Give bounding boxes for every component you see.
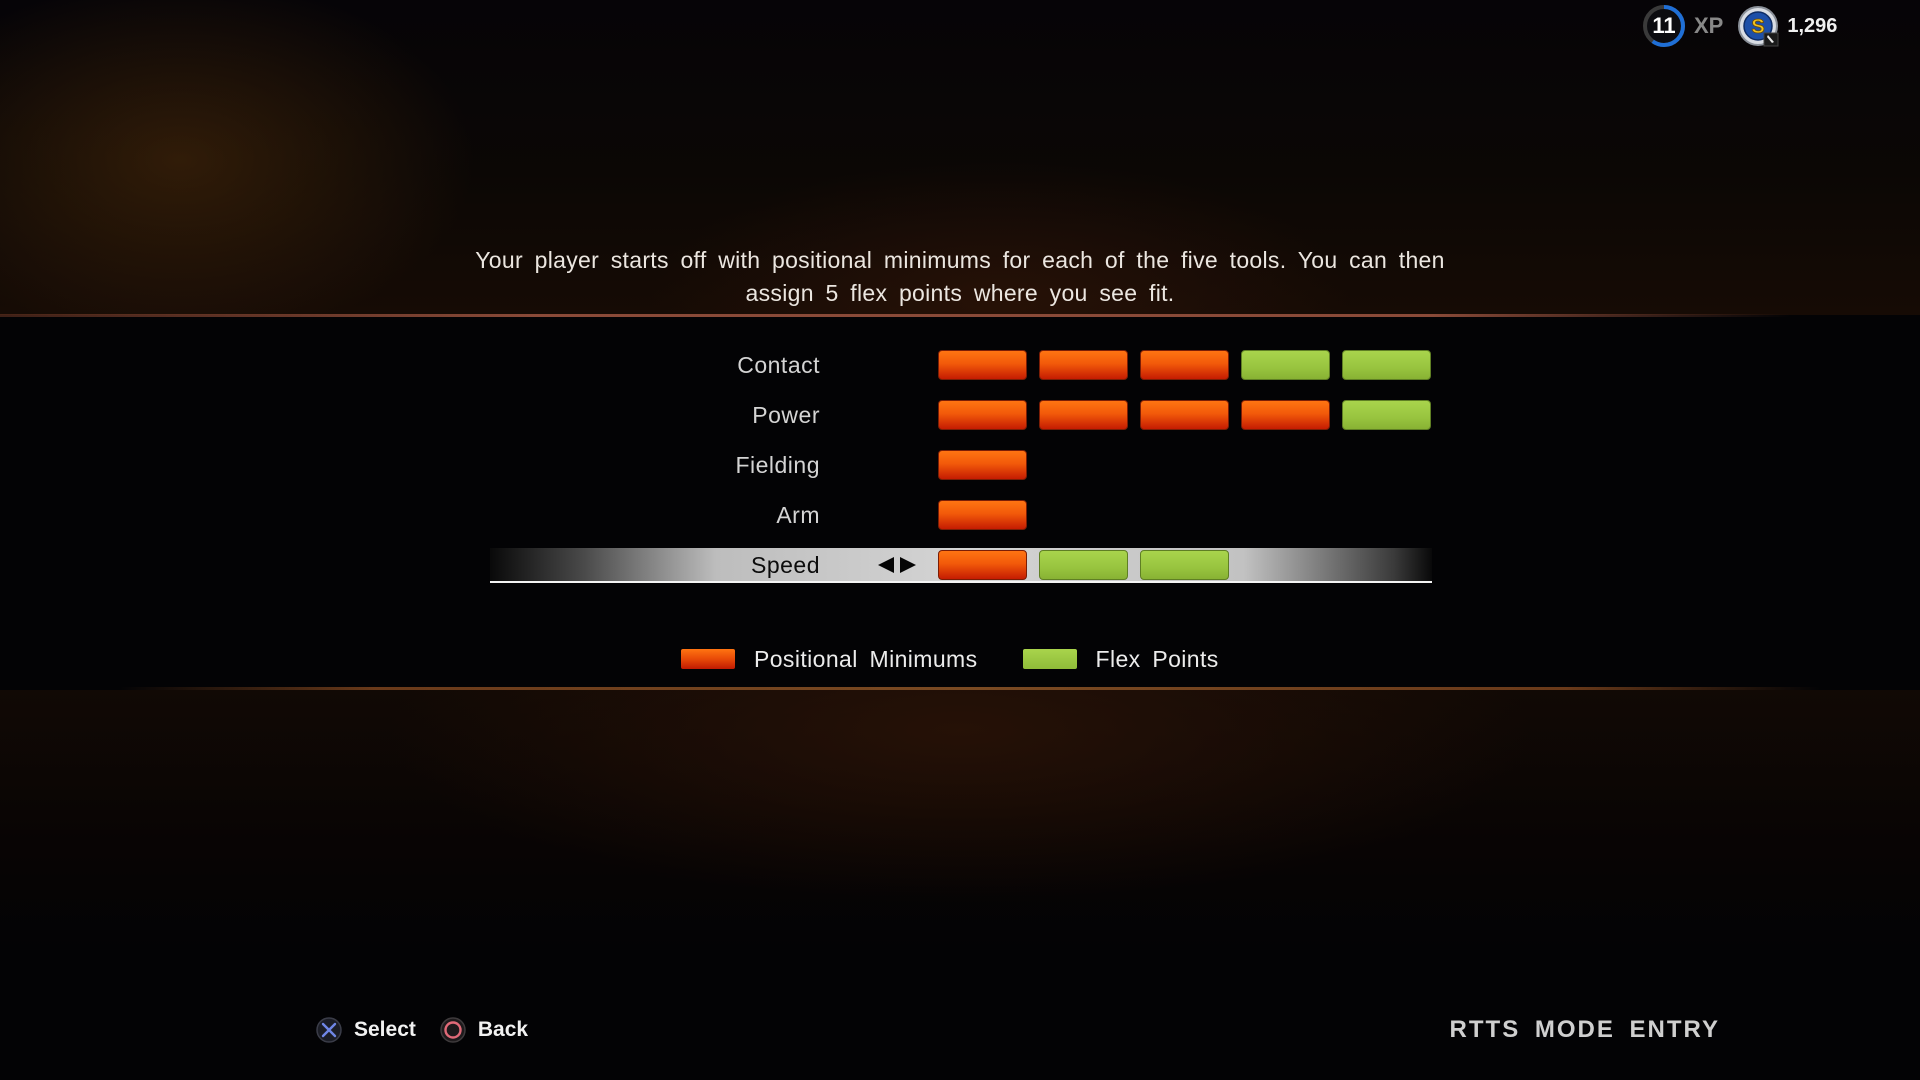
- flex-point-bar: [1241, 350, 1330, 380]
- xp-level: 11: [1652, 13, 1676, 38]
- flex-point-bar: [1140, 550, 1229, 580]
- mode-title: RTTS MODE ENTRY: [1449, 1016, 1720, 1043]
- footer-background: [0, 690, 1920, 950]
- positional-minimum-bar: [1241, 400, 1330, 430]
- stat-row-arm[interactable]: Arm: [490, 498, 1432, 532]
- stat-row-contact[interactable]: Contact: [490, 348, 1432, 382]
- xp-label: XP: [1694, 13, 1724, 38]
- legend-divider: [120, 687, 1820, 690]
- header-divider: [0, 314, 1790, 317]
- currency-amount: 1,296: [1787, 14, 1838, 37]
- stat-row-speed[interactable]: Speed: [490, 548, 1432, 583]
- stat-label: Contact: [737, 352, 820, 378]
- flex-point-bar: [1342, 350, 1431, 380]
- positional-minimum-bar: [1039, 400, 1128, 430]
- currency-hud: 11 XP S 1,296: [1642, 4, 1837, 48]
- stat-row-fielding[interactable]: Fielding: [490, 448, 1432, 482]
- flex-point-bar: [1039, 550, 1128, 580]
- circle-button-icon[interactable]: [440, 1017, 466, 1043]
- legend: Positional Minimums Flex Points: [681, 644, 1219, 674]
- positional-minimum-bar: [1039, 350, 1128, 380]
- positional-minimum-bar: [938, 400, 1027, 430]
- legend-swatch-positional-minimums: [681, 649, 735, 669]
- cross-button-icon[interactable]: [316, 1017, 342, 1043]
- stubs-coin-icon: S: [1737, 5, 1779, 47]
- stat-row-power[interactable]: Power: [490, 398, 1432, 432]
- legend-label-positional-minimums: Positional Minimums: [754, 645, 978, 672]
- legend-swatch-flex-points: [1022, 649, 1077, 669]
- stat-label: Power: [752, 402, 820, 428]
- positional-minimum-bar: [938, 350, 1027, 380]
- instructions-text: Your player starts off with positional m…: [475, 247, 1445, 306]
- select-button[interactable]: Select: [354, 1018, 416, 1042]
- positional-minimum-bar: [1140, 350, 1229, 380]
- positional-minimum-bar: [938, 500, 1027, 530]
- legend-label-flex-points: Flex Points: [1095, 645, 1219, 672]
- svg-text:S: S: [1752, 16, 1765, 38]
- left-right-arrows-icon[interactable]: [877, 556, 917, 574]
- positional-minimum-bar: [938, 450, 1027, 480]
- flex-point-bar: [1342, 400, 1431, 430]
- stat-label: Fielding: [735, 452, 820, 478]
- positional-minimum-bar: [938, 550, 1027, 580]
- button-prompts: Select Back: [316, 1013, 552, 1047]
- stat-label: Speed: [750, 552, 820, 578]
- xp-level-ring-icon: 11: [1642, 4, 1686, 48]
- stat-label: Arm: [776, 502, 820, 528]
- back-button[interactable]: Back: [478, 1018, 528, 1042]
- positional-minimum-bar: [1140, 400, 1229, 430]
